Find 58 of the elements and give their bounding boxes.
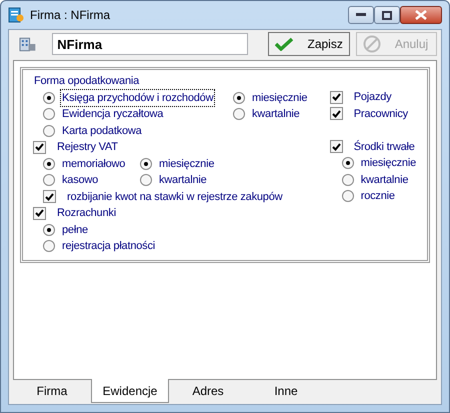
name-field[interactable]: NFirma (52, 33, 248, 55)
radio-button[interactable] (140, 174, 152, 186)
radio-label[interactable]: Księga przychodów i rozchodów (61, 90, 214, 106)
app-icon (8, 7, 24, 23)
tab[interactable]: Adres (169, 380, 247, 402)
checkbox-label[interactable]: Rozrachunki (56, 205, 117, 222)
minimize-button[interactable] (348, 6, 374, 24)
radio-label[interactable]: miesięcznie (360, 155, 417, 172)
radio-button[interactable] (43, 174, 55, 186)
checkbox[interactable] (33, 140, 46, 154)
window-title: Firma : NFirma (30, 7, 111, 24)
radio-button[interactable] (43, 240, 55, 252)
maximize-button[interactable] (374, 6, 400, 24)
section-label: Forma opodatkowania (33, 74, 140, 89)
radio-button[interactable] (140, 158, 152, 170)
checkbox[interactable] (330, 90, 343, 104)
checkbox-label[interactable]: Rejestry VAT (56, 139, 119, 156)
checkbox-label[interactable]: Pojazdy (352, 89, 392, 106)
close-button[interactable] (400, 6, 442, 24)
radio-label[interactable]: miesięcznie (158, 156, 216, 172)
tab[interactable]: Firma (13, 380, 91, 402)
radio-label[interactable]: kwartalnie (158, 172, 208, 188)
minimize-icon (356, 13, 366, 17)
radio-button[interactable] (233, 108, 245, 120)
tab[interactable]: Ewidencje (91, 379, 169, 403)
radio-button[interactable] (342, 190, 354, 202)
radio-button[interactable] (43, 158, 55, 170)
radio-label[interactable]: kasowo (61, 172, 100, 188)
radio-button[interactable] (342, 174, 354, 186)
checkbox[interactable] (330, 107, 343, 120)
checkbox[interactable] (33, 206, 46, 220)
radio-label[interactable]: rocznie (360, 188, 396, 204)
checkbox-label[interactable]: Środki trwałe (352, 138, 416, 155)
radio-label[interactable]: Karta podatkowa (61, 122, 143, 139)
building-icon (19, 36, 36, 52)
radio-button[interactable] (43, 124, 55, 137)
close-icon (415, 10, 427, 20)
radio-label[interactable]: pełne (61, 222, 89, 238)
save-button[interactable]: Zapisz (268, 32, 350, 56)
checkbox[interactable] (330, 140, 343, 154)
checkbox[interactable] (43, 190, 56, 204)
checkbox-label[interactable]: Pracownicy (352, 106, 409, 122)
radio-label[interactable]: kwartalnie (360, 172, 410, 188)
tab[interactable]: Inne (247, 380, 325, 402)
checkbox-label[interactable]: rozbijanie kwot na stawki w rejestrze zakupów (66, 188, 284, 205)
radio-button[interactable] (43, 224, 55, 236)
radio-button[interactable] (233, 92, 245, 104)
radio-button[interactable] (342, 157, 354, 170)
radio-label[interactable]: kwartalnie (251, 106, 301, 122)
radio-label[interactable]: Ewidencja ryczałtowa (61, 106, 164, 122)
radio-button[interactable] (43, 108, 55, 120)
maximize-icon (382, 10, 392, 20)
radio-label[interactable]: memoriałowo (61, 156, 126, 172)
radio-button[interactable] (43, 92, 55, 104)
radio-label[interactable]: miesięcznie (251, 90, 308, 106)
radio-label[interactable]: rejestracja płatności (61, 238, 156, 254)
prohibited-icon (362, 35, 381, 53)
checkmark-icon (275, 37, 294, 51)
